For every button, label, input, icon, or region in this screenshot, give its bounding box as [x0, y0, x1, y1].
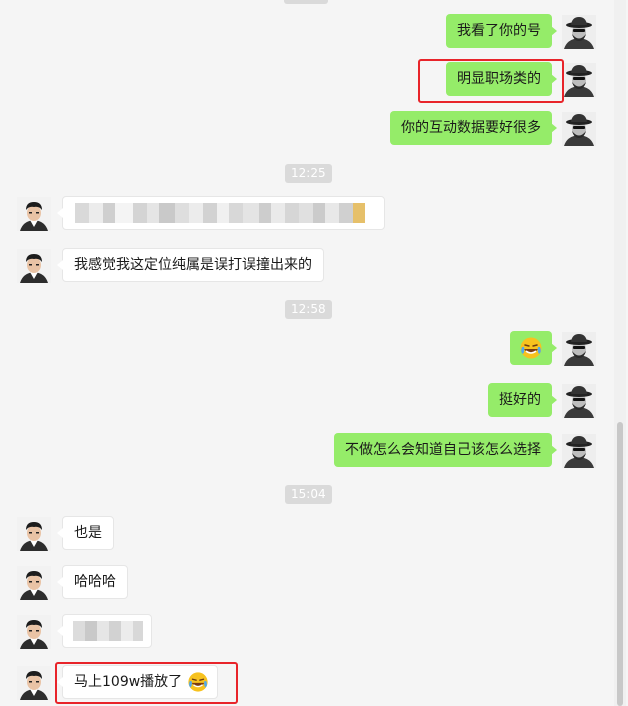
avatar[interactable] [562, 63, 596, 97]
avatar[interactable] [17, 615, 51, 649]
message-bubble[interactable]: 我看了你的号 [446, 14, 557, 48]
avatar[interactable] [562, 112, 596, 146]
message-row-sent: 不做怎么会知道自己该怎么选择 [0, 433, 628, 469]
avatar[interactable] [17, 197, 51, 231]
time-stamp-partial [284, 0, 328, 4]
chat-panel: 我看了你的号 明显职场类的 你的互动数据要好很多 12:25 我感觉我这定位纯属… [0, 0, 628, 706]
message-bubble[interactable]: 马上109w播放了 [57, 665, 218, 699]
message-row-sent: 我看了你的号 [0, 14, 628, 50]
message-bubble-pixelated[interactable] [57, 614, 152, 648]
message-row-sent: 挺好的 [0, 383, 628, 419]
message-row-sent: 你的互动数据要好很多 [0, 111, 628, 147]
message-bubble[interactable]: 也是 [57, 516, 114, 550]
message-bubble-emoji[interactable] [510, 331, 557, 365]
message-row-received: 也是 [0, 516, 628, 552]
message-text: 马上109w播放了 [74, 674, 183, 690]
avatar[interactable] [17, 249, 51, 283]
message-row-sent [0, 331, 628, 367]
message-bubble[interactable]: 挺好的 [488, 383, 557, 417]
message-bubble[interactable]: 不做怎么会知道自己该怎么选择 [334, 433, 557, 467]
message-row-received: 我感觉我这定位纯属是误打误撞出来的 [0, 248, 628, 284]
avatar[interactable] [562, 384, 596, 418]
time-stamp: 12:25 [285, 164, 332, 183]
avatar[interactable] [17, 517, 51, 551]
rofl-laughing-emoji [519, 336, 543, 360]
message-row-received [0, 196, 628, 232]
message-row-sent: 明显职场类的 [0, 62, 628, 98]
avatar[interactable] [562, 434, 596, 468]
message-bubble[interactable]: 你的互动数据要好很多 [390, 111, 557, 145]
avatar[interactable] [17, 566, 51, 600]
message-row-received: 哈哈哈 [0, 565, 628, 601]
avatar[interactable] [17, 666, 51, 700]
mosaic-blur [73, 621, 143, 641]
message-bubble-pixelated[interactable] [57, 196, 385, 230]
mosaic-blur [75, 203, 365, 223]
time-stamp: 15:04 [285, 485, 332, 504]
time-stamp: 12:58 [285, 300, 332, 319]
message-bubble[interactable]: 我感觉我这定位纯属是误打误撞出来的 [57, 248, 324, 282]
scrollbar-thumb[interactable] [617, 422, 623, 706]
avatar[interactable] [562, 15, 596, 49]
message-row-received: 马上109w播放了 [0, 665, 628, 701]
message-bubble[interactable]: 哈哈哈 [57, 565, 128, 599]
avatar[interactable] [562, 332, 596, 366]
rofl-laughing-emoji [187, 671, 209, 693]
message-row-received [0, 614, 628, 650]
message-bubble[interactable]: 明显职场类的 [446, 62, 557, 96]
